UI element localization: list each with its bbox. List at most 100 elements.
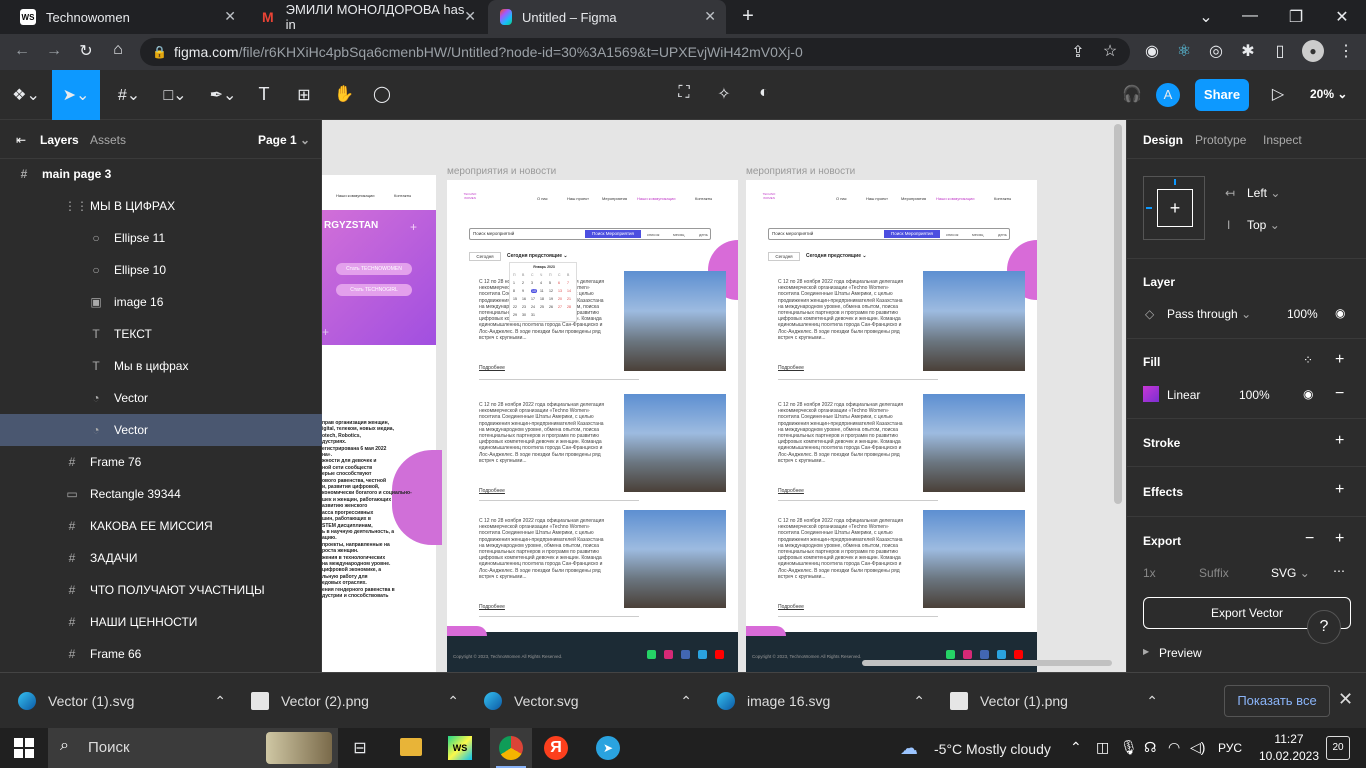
preview-toggle[interactable]: Preview — [1159, 646, 1202, 660]
hand-tool-icon[interactable]: ✋ — [334, 84, 354, 104]
fill-opacity-field[interactable]: 100% — [1239, 388, 1270, 402]
file-explorer-icon[interactable] — [400, 738, 422, 756]
layer-row[interactable]: ◔ Vector — [0, 414, 322, 446]
headset-icon[interactable]: ☊ — [1144, 739, 1156, 756]
tab-inspect[interactable]: Inspect — [1263, 133, 1302, 147]
download-item[interactable]: Vector (1).svg ⌃ — [18, 673, 238, 729]
export-format-select[interactable]: SVG ⌄ — [1271, 566, 1310, 580]
chrome-taskbar-button[interactable] — [490, 728, 532, 768]
close-tab-icon[interactable]: ✕ — [464, 8, 476, 25]
export-more-icon[interactable]: ⋯ — [1333, 564, 1345, 578]
tab-search-chevron-icon[interactable]: ⌄ — [1196, 7, 1216, 27]
taskbar-search[interactable]: ⌕ Поиск — [48, 728, 338, 768]
volume-icon[interactable]: ◁) — [1190, 739, 1205, 756]
rectangle-tool-icon[interactable]: □⌄ — [158, 85, 192, 105]
bookmark-star-icon[interactable]: ☆ — [1100, 41, 1120, 61]
add-effect-icon[interactable]: + — [1335, 481, 1344, 499]
profile-avatar[interactable]: ● — [1302, 40, 1324, 62]
styles-grid-icon[interactable]: ⁘ — [1303, 353, 1313, 367]
events-frame-2[interactable]: TECHNO WOMEN О нас Наш проект Мероприятия На… — [746, 180, 1037, 672]
fill-visibility-eye-icon[interactable]: ◉ — [1303, 387, 1313, 401]
clock-time[interactable]: 11:27 — [1264, 732, 1314, 746]
figma-main-menu-icon[interactable]: ❖⌄ — [10, 85, 42, 105]
layer-row[interactable]: ○ Ellipse 11 — [0, 222, 322, 254]
layer-row[interactable]: ⋮⋮ МЫ В ЦИФРАХ — [0, 190, 322, 222]
windows-start-icon[interactable] — [14, 738, 34, 758]
tab-layers[interactable]: Layers — [40, 133, 79, 147]
puzzle-extensions-icon[interactable]: ✱ — [1238, 41, 1258, 61]
export-scale-field[interactable]: 1x — [1143, 566, 1156, 580]
clock-date[interactable]: 10.02.2023 — [1256, 749, 1322, 763]
layer-row[interactable]: # ЗАДАЧИ — [0, 542, 322, 574]
download-options-chevron-icon[interactable]: ⌃ — [913, 693, 925, 710]
layer-row[interactable]: # ЧТО ПОЛУЧАЮТ УЧАСТНИЦЫ — [0, 574, 322, 606]
frame-tool-icon[interactable]: #⌄ — [112, 85, 146, 105]
layer-row[interactable]: # НАШИ ЦЕННОСТИ — [0, 606, 322, 638]
show-all-downloads-button[interactable]: Показать все — [1224, 685, 1330, 717]
layer-row[interactable]: # Frame 66 — [0, 638, 322, 670]
browser-menu-icon[interactable]: ⋮ — [1336, 41, 1356, 61]
resources-tool-icon[interactable]: ⊞ — [294, 85, 314, 105]
telegram-icon[interactable]: ➤ — [596, 736, 620, 760]
canvas[interactable]: Наши коммуникации Контакты RGYZSTAN Стат… — [322, 120, 1126, 672]
new-tab-icon[interactable]: + — [736, 5, 760, 29]
tray-chevron-icon[interactable]: ⌃ — [1070, 739, 1082, 756]
download-options-chevron-icon[interactable]: ⌃ — [680, 693, 692, 710]
events-frame-1[interactable]: TECHNO WOMEN О нас Наш проект Мероприятия На… — [447, 180, 738, 672]
vertical-scrollbar[interactable] — [1114, 124, 1122, 504]
help-button[interactable]: ? — [1307, 610, 1341, 644]
close-window-icon[interactable]: ✕ — [1332, 7, 1352, 27]
frame-label[interactable]: мероприятия и новости — [746, 166, 855, 177]
fill-color-swatch[interactable] — [1143, 386, 1159, 402]
move-tool[interactable]: ➤⌄ — [52, 70, 100, 120]
panel-toggle-icon[interactable]: ⇤ — [16, 133, 26, 147]
wifi-icon[interactable]: ◠ — [1168, 739, 1180, 756]
layer-row[interactable]: T ТЕКСТ — [0, 318, 322, 350]
preview-expand-icon[interactable]: ▶ — [1143, 647, 1149, 656]
reload-icon[interactable]: ↻ — [76, 41, 96, 61]
vertical-constraint-select[interactable]: Top ⌄ — [1247, 218, 1280, 232]
layer-row[interactable]: ▣ image 16 — [0, 286, 322, 318]
horizontal-constraint-select[interactable]: Left ⌄ — [1247, 186, 1280, 200]
download-options-chevron-icon[interactable]: ⌃ — [214, 693, 226, 710]
text-tool-icon[interactable]: T — [254, 84, 274, 105]
comment-tool-icon[interactable]: ◯ — [372, 84, 392, 104]
components-icon[interactable]: ✧ — [714, 84, 734, 104]
layer-row[interactable]: ○ Ellipse 10 — [0, 254, 322, 286]
close-downloads-icon[interactable]: ✕ — [1338, 689, 1353, 710]
frame-label[interactable]: мероприятия и новости — [447, 166, 556, 177]
download-item[interactable]: Vector (2).png ⌃ — [251, 673, 471, 729]
remove-fill-icon[interactable]: − — [1335, 385, 1344, 403]
address-bar[interactable]: 🔒 figma.com/file/r6KHXiHc4pbSqa6cmenbHW/… — [140, 38, 1130, 66]
back-icon[interactable]: ← — [12, 42, 32, 60]
layer-row[interactable]: ▭ Rectangle 39344 — [0, 478, 322, 510]
close-tab-icon[interactable]: ✕ — [704, 8, 716, 25]
add-fill-icon[interactable]: + — [1335, 351, 1344, 369]
webstorm-icon[interactable]: WS — [448, 736, 472, 760]
fill-type-label[interactable]: Linear — [1167, 388, 1200, 402]
download-item[interactable]: Vector.svg ⌃ — [484, 673, 704, 729]
close-tab-icon[interactable]: ✕ — [224, 8, 236, 25]
user-avatar[interactable]: A — [1156, 83, 1180, 107]
tab-prototype[interactable]: Prototype — [1195, 133, 1246, 147]
weather-text[interactable]: -5°C Mostly cloudy — [934, 741, 1051, 757]
tab-technowomen[interactable]: WS Technowomen ✕ — [8, 0, 246, 34]
extension-circle-icon[interactable]: ◎ — [1206, 41, 1226, 61]
download-item[interactable]: Vector (1).png ⌃ — [950, 673, 1170, 729]
layer-row[interactable]: # Frame 76 — [0, 446, 322, 478]
download-options-chevron-icon[interactable]: ⌃ — [1146, 693, 1158, 710]
blend-mode-select[interactable]: Pass through ⌄ — [1167, 307, 1251, 321]
task-view-icon[interactable]: ⊟ — [350, 738, 370, 758]
visibility-eye-icon[interactable]: ◉ — [1335, 306, 1345, 320]
yandex-browser-icon[interactable]: Я — [544, 736, 568, 760]
contrast-icon[interactable]: ◐ — [754, 84, 774, 102]
left-frame-preview[interactable]: Наши коммуникации Контакты RGYZSTAN Стат… — [322, 175, 442, 672]
share-button[interactable]: Share — [1195, 79, 1249, 111]
minimize-icon[interactable]: — — [1240, 7, 1260, 25]
layer-opacity-field[interactable]: 100% — [1287, 307, 1318, 321]
crop-icon[interactable]: ⛶ — [674, 84, 694, 102]
pen-tool-icon[interactable]: ✒⌄ — [204, 85, 242, 105]
microphone-icon[interactable]: 🎙 — [1120, 739, 1138, 756]
react-devtools-icon[interactable]: ⚛ — [1174, 41, 1194, 61]
layer-row[interactable]: T Мы в цифрах — [0, 350, 322, 382]
